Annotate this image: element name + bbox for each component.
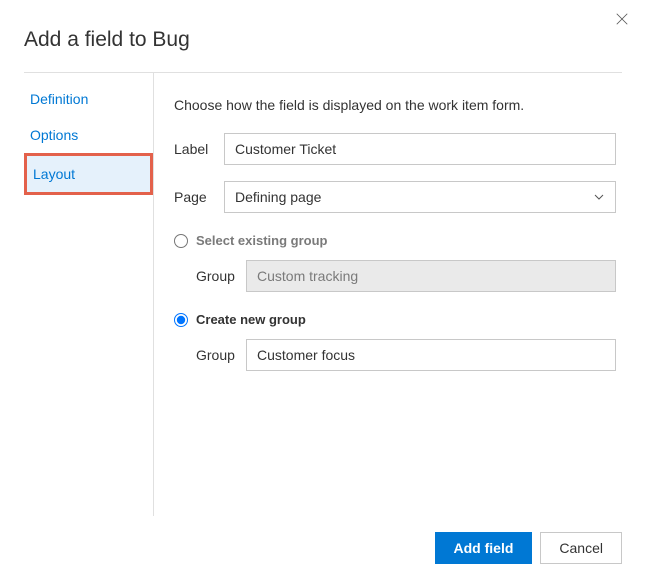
tab-layout-highlight: Layout <box>24 153 153 195</box>
dialog-title: Add a field to Bug <box>24 28 622 52</box>
label-caption: Label <box>174 141 224 157</box>
new-group-row: Group <box>196 339 616 371</box>
sidebar: Definition Options Layout <box>24 73 154 516</box>
existing-group-input <box>246 260 616 292</box>
select-existing-label: Select existing group <box>196 233 327 248</box>
existing-group-section: Select existing group Group <box>174 233 616 292</box>
create-new-radio[interactable] <box>174 313 188 327</box>
content-area: Definition Options Layout Choose how the… <box>24 72 622 516</box>
cancel-button[interactable]: Cancel <box>540 532 622 564</box>
existing-group-row: Group <box>196 260 616 292</box>
close-icon[interactable] <box>614 12 630 28</box>
dialog-footer: Add field Cancel <box>24 516 622 564</box>
label-input[interactable] <box>224 133 616 165</box>
add-field-dialog: Add a field to Bug Definition Options La… <box>0 0 646 584</box>
existing-group-caption: Group <box>196 268 246 284</box>
chevron-down-icon <box>593 191 605 203</box>
add-field-button[interactable]: Add field <box>435 532 533 564</box>
new-group-section: Create new group Group <box>174 312 616 371</box>
tab-definition[interactable]: Definition <box>24 81 153 117</box>
page-select-value: Defining page <box>235 189 321 205</box>
panel-description: Choose how the field is displayed on the… <box>174 97 616 113</box>
select-existing-radio[interactable] <box>174 234 188 248</box>
create-new-label: Create new group <box>196 312 306 327</box>
new-group-input[interactable] <box>246 339 616 371</box>
tab-options[interactable]: Options <box>24 117 153 153</box>
create-new-radio-row[interactable]: Create new group <box>174 312 616 327</box>
layout-panel: Choose how the field is displayed on the… <box>154 73 622 516</box>
page-caption: Page <box>174 189 224 205</box>
select-existing-radio-row[interactable]: Select existing group <box>174 233 616 248</box>
page-select[interactable]: Defining page <box>224 181 616 213</box>
label-row: Label <box>174 133 616 165</box>
tab-layout[interactable]: Layout <box>27 156 150 192</box>
new-group-caption: Group <box>196 347 246 363</box>
page-row: Page Defining page <box>174 181 616 213</box>
